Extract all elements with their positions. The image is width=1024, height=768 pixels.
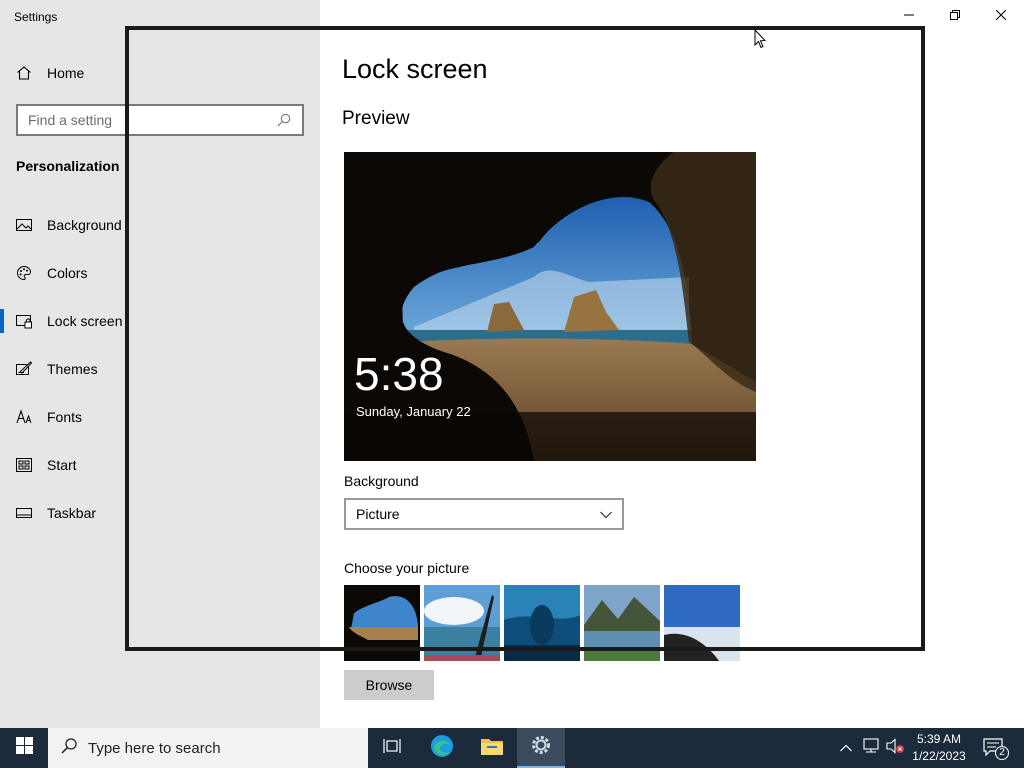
minimize-button[interactable] <box>886 0 932 32</box>
notification-icon: 2 <box>983 738 1009 760</box>
sidebar-item-label: Start <box>47 457 77 473</box>
preview-clock: 5:38 <box>354 348 444 400</box>
settings-taskbar-button[interactable] <box>517 728 565 768</box>
speaker-muted-icon <box>885 737 905 759</box>
sidebar-item-themes[interactable]: Themes <box>0 345 320 393</box>
fonts-icon <box>16 409 32 425</box>
search-input[interactable]: Find a setting <box>16 104 304 136</box>
start-button[interactable] <box>0 728 48 768</box>
sidebar-item-label: Lock screen <box>47 313 123 329</box>
search-icon <box>60 737 78 760</box>
sidebar-item-colors[interactable]: Colors <box>0 249 320 297</box>
network-button[interactable] <box>860 728 882 768</box>
sidebar-item-background[interactable]: Background <box>0 201 320 249</box>
background-label: Background <box>344 473 419 489</box>
choose-picture-label: Choose your picture <box>344 560 470 576</box>
sidebar-item-label: Themes <box>47 361 98 377</box>
sidebar-item-label: Fonts <box>47 409 83 425</box>
background-dropdown-value: Picture <box>356 506 400 522</box>
sidebar-item-start[interactable]: Start <box>0 441 320 489</box>
minimize-icon <box>904 7 914 25</box>
action-center-button[interactable]: 2 <box>980 728 1009 768</box>
sidebar-item-lock-screen[interactable]: Lock screen <box>0 297 320 345</box>
app-title: Settings <box>14 10 58 24</box>
edge-icon <box>430 734 454 763</box>
taskbar-search-placeholder: Type here to search <box>88 739 221 757</box>
palette-icon <box>16 265 32 281</box>
sidebar-item-fonts[interactable]: Fonts <box>0 393 320 441</box>
background-dropdown[interactable]: Picture <box>344 498 624 530</box>
volume-button[interactable] <box>884 728 906 768</box>
taskbar-date: 1/22/2023 <box>912 749 966 763</box>
close-button[interactable] <box>978 0 1024 32</box>
page-title: Lock screen <box>342 54 488 84</box>
taskbar-clock[interactable]: 5:39 AM 1/22/2023 <box>905 731 973 765</box>
show-hidden-icons-button[interactable] <box>836 728 856 768</box>
image-icon <box>16 217 32 233</box>
sidebar-item-taskbar[interactable]: Taskbar <box>0 489 320 537</box>
sidebar-item-label: Taskbar <box>47 505 97 521</box>
browse-button[interactable]: Browse <box>344 670 434 700</box>
picture-thumbnail-sky[interactable] <box>424 585 500 661</box>
search-icon[interactable] <box>276 112 292 128</box>
sidebar-item-label: Colors <box>47 265 88 281</box>
home-nav-item[interactable]: Home <box>16 62 84 84</box>
start-icon <box>16 457 32 473</box>
folder-icon <box>480 736 504 761</box>
sidebar-item-label: Background <box>47 217 122 233</box>
network-icon <box>862 737 880 759</box>
sidebar-nav: Background Colors Lock screen Themes Fon… <box>0 201 320 537</box>
themes-icon <box>16 361 33 377</box>
notification-count-badge: 2 <box>995 746 1009 760</box>
taskbar-search-box[interactable]: Type here to search <box>48 728 368 768</box>
picture-thumbnail-clouds[interactable] <box>664 585 740 661</box>
preview-date: Sunday, January 22 <box>356 404 471 419</box>
chevron-up-icon <box>840 739 852 757</box>
sidebar: Settings Home Find a setting Personaliza… <box>0 0 320 728</box>
lock-screen-icon <box>16 313 32 329</box>
search-placeholder: Find a setting <box>28 112 113 128</box>
picture-thumbnail-cave[interactable] <box>344 585 420 661</box>
task-view-icon <box>383 738 401 759</box>
taskbar-time: 5:39 AM <box>916 732 962 746</box>
section-title: Personalization <box>16 158 120 174</box>
taskbar: Type here to search 5:39 AM 1/22/2023 2 <box>0 728 1024 768</box>
chevron-down-icon <box>600 506 612 522</box>
restore-button[interactable] <box>932 0 978 32</box>
gear-icon <box>530 734 552 761</box>
restore-icon <box>950 7 960 25</box>
home-label: Home <box>47 65 85 81</box>
taskbar-icon <box>16 505 32 521</box>
file-explorer-taskbar-button[interactable] <box>468 728 516 768</box>
picture-thumbnail-underwater[interactable] <box>504 585 580 661</box>
picture-thumbnail-mountains[interactable] <box>584 585 660 661</box>
preview-heading: Preview <box>342 108 410 129</box>
task-view-button[interactable] <box>368 728 416 768</box>
close-icon <box>995 7 1007 25</box>
edge-taskbar-button[interactable] <box>418 728 466 768</box>
windows-logo-icon <box>15 737 33 759</box>
home-icon <box>16 65 32 81</box>
mouse-cursor-icon <box>754 28 767 54</box>
